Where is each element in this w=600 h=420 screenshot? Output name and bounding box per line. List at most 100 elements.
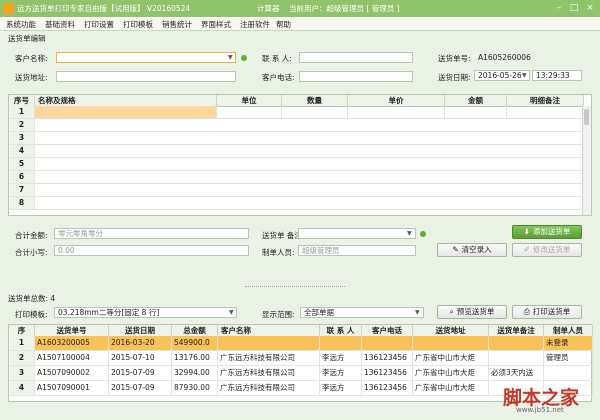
phone-field[interactable]	[299, 71, 413, 82]
contact-field[interactable]	[299, 52, 413, 63]
table-row[interactable]: 3	[9, 132, 584, 145]
phone-cell[interactable]: 136123456	[362, 351, 413, 365]
scope-select[interactable]: 全部单据	[300, 307, 424, 318]
table-row[interactable]: 2 A1507100004 2015-07-10 13176.00 广东远方科技…	[9, 351, 593, 366]
phone-cell[interactable]	[362, 336, 413, 350]
menu-basic-data[interactable]: 基础资料	[45, 19, 75, 30]
print-order-button[interactable]: ⎙ 打印送货单	[512, 305, 582, 319]
menu-sales-stats[interactable]: 销售统计	[162, 19, 192, 30]
col-seq[interactable]: 序号	[9, 95, 35, 106]
contact-cell[interactable]	[320, 336, 362, 350]
col-amount[interactable]: 金额	[445, 95, 507, 106]
amount-cell[interactable]: 87930.00	[172, 381, 218, 395]
table-row[interactable]: 1 A1603200005 2016-03-20 549900.0 未登录	[9, 336, 593, 351]
date-cell[interactable]: 2015-07-10	[109, 351, 172, 365]
contact-cell[interactable]: 李远方	[320, 366, 362, 380]
menu-ui-style[interactable]: 界面样式	[201, 19, 231, 30]
menu-print-settings[interactable]: 打印设置	[84, 19, 114, 30]
close-button[interactable]: ×	[583, 2, 597, 14]
col-total[interactable]: 总金额	[172, 325, 218, 336]
table-cell[interactable]	[348, 106, 445, 118]
table-cell[interactable]	[282, 106, 348, 118]
address-cell[interactable]: 广东省中山市大炬	[413, 381, 489, 395]
col-contact[interactable]: 联 系 人	[320, 325, 362, 336]
date-cell[interactable]: 2016-03-20	[109, 336, 172, 350]
customer-cell[interactable]: 广东远方科技有限公司	[218, 351, 320, 365]
preview-order-button[interactable]: ⌕ 预览送货单	[437, 305, 507, 319]
date-cell[interactable]: 2015-07-09	[109, 381, 172, 395]
col-phone[interactable]: 客户电话	[362, 325, 413, 336]
menu-print-template[interactable]: 打印模板	[123, 19, 153, 30]
col-qty[interactable]: 数量	[282, 95, 348, 106]
customer-cell[interactable]: 广东远方科技有限公司	[218, 381, 320, 395]
table-row[interactable]: 4	[9, 145, 584, 158]
customer-cell[interactable]: 广东远方科技有限公司	[218, 366, 320, 380]
order-no-cell[interactable]: A1603200005	[35, 336, 109, 350]
active-cell[interactable]	[35, 106, 217, 118]
menu-register[interactable]: 注册软件	[240, 19, 270, 30]
col-price[interactable]: 单价	[348, 95, 445, 106]
phone-cell[interactable]: 136123456	[362, 381, 413, 395]
maximize-button[interactable]: □	[567, 2, 581, 14]
customer-name-field[interactable]	[56, 52, 236, 63]
items-scrollbar[interactable]	[582, 106, 591, 215]
order-remark-field[interactable]	[298, 228, 416, 239]
minimize-button[interactable]: –	[552, 2, 566, 14]
order-no-cell[interactable]: A1507090001	[35, 381, 109, 395]
address-cell[interactable]	[413, 336, 489, 350]
contact-cell[interactable]: 李远方	[320, 351, 362, 365]
table-cell[interactable]	[507, 106, 584, 118]
table-row[interactable]: 5	[9, 158, 584, 171]
menu-help[interactable]: 帮助	[276, 19, 291, 30]
template-select[interactable]: 03.218mm二等分[固定 8 行]	[54, 307, 237, 318]
modify-order-button[interactable]: ✐ 修改送货单	[512, 243, 582, 257]
remark-cell[interactable]	[489, 336, 544, 350]
maker-cell[interactable]	[544, 366, 593, 380]
address-cell[interactable]: 广东省中山市大炬	[413, 351, 489, 365]
maker-cell[interactable]: 管理员	[544, 351, 593, 365]
add-order-button[interactable]: ⬇ 添加送货单	[512, 225, 582, 239]
amount-cell[interactable]: 549900.0	[172, 336, 218, 350]
remark-cell[interactable]: 必须3天内送	[489, 366, 544, 380]
amount-cell[interactable]: 13176.00	[172, 351, 218, 365]
table-cell[interactable]	[445, 106, 507, 118]
table-row[interactable]: 3 A1507090002 2015-07-09 32994.00 广东远方科技…	[9, 366, 593, 381]
table-row[interactable]: 8	[9, 197, 584, 210]
order-no-cell[interactable]: A1507090002	[35, 366, 109, 380]
clear-input-button[interactable]: ✎ 清空录入	[437, 243, 507, 257]
table-row[interactable]: 1	[9, 106, 584, 119]
col-unit[interactable]: 单位	[217, 95, 282, 106]
maker-field: 超级管理员	[298, 245, 416, 256]
table-row[interactable]: 2	[9, 119, 584, 132]
order-no-cell[interactable]: A1507100004	[35, 351, 109, 365]
col-name-spec[interactable]: 名称及规格	[35, 95, 217, 106]
phone-cell[interactable]: 136123456	[362, 366, 413, 380]
customer-cell[interactable]	[218, 336, 320, 350]
splitter[interactable]	[245, 286, 345, 288]
menu-system[interactable]: 系统功能	[6, 19, 36, 30]
contact-cell[interactable]: 李远方	[320, 381, 362, 395]
table-row[interactable]: 7	[9, 184, 584, 197]
col-remark[interactable]: 明细备注	[507, 95, 584, 106]
scrollbar-thumb[interactable]	[584, 109, 589, 125]
add-customer-icon[interactable]	[241, 55, 247, 61]
col-date[interactable]: 送货日期	[109, 325, 172, 336]
maker-cell[interactable]: 未登录	[544, 336, 593, 350]
broom-icon: ✎	[452, 245, 459, 254]
col-order-remark[interactable]: 送货单备注	[489, 325, 544, 336]
amount-cell[interactable]: 32994.00	[172, 366, 218, 380]
date-cell[interactable]: 2015-07-09	[109, 366, 172, 380]
time-field[interactable]: 13:29:33	[532, 70, 582, 81]
col-customer[interactable]: 客户名称	[218, 325, 320, 336]
table-cell[interactable]	[217, 106, 282, 118]
remark-cell[interactable]	[489, 351, 544, 365]
col-seq[interactable]: 序	[9, 325, 35, 336]
add-remark-icon[interactable]	[420, 231, 426, 237]
address-field[interactable]	[56, 71, 236, 82]
address-cell[interactable]: 广东省中山市大炬	[413, 366, 489, 380]
calculator-link[interactable]: 计算器	[257, 3, 280, 14]
col-maker[interactable]: 制单人员	[544, 325, 593, 336]
table-row[interactable]: 6	[9, 171, 584, 184]
col-order-no[interactable]: 送货单号	[35, 325, 109, 336]
col-address[interactable]: 送货地址	[413, 325, 489, 336]
